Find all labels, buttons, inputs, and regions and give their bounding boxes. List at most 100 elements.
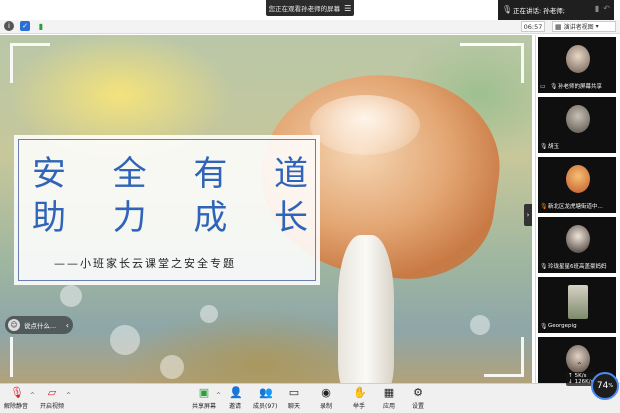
- start-video-label: 开启视频: [40, 403, 65, 410]
- mushroom-stem: [338, 235, 394, 383]
- participant-name: 新北区龙虎塘街道中...: [548, 204, 603, 210]
- settings-button[interactable]: ⚙ 设置: [412, 386, 424, 412]
- participant-name: 孙老师的屏幕共享: [558, 84, 603, 90]
- chat-bubble-icon: ☺: [8, 319, 20, 331]
- record-label: 录制: [320, 403, 333, 410]
- gauge-unit: %: [608, 383, 614, 389]
- speaker-view-label: 演讲者视图: [563, 24, 594, 31]
- mic-icon: 🎙: [550, 82, 558, 90]
- title-char: 长: [273, 198, 308, 238]
- chevron-up-icon[interactable]: ^: [216, 392, 221, 399]
- sidebar-collapse-handle[interactable]: ›: [524, 204, 532, 226]
- chevron-down-icon: ▾: [595, 23, 599, 30]
- gear-icon: ⚙: [413, 386, 423, 399]
- mic-muted-icon: 🎙: [10, 386, 24, 399]
- chat-button[interactable]: ▭ 聊天: [288, 386, 300, 412]
- chevron-left-icon[interactable]: ‹: [66, 321, 69, 330]
- participant-sidebar: ▭ 🎙 孙老师的屏幕共享 🎙 胡玉 🎙 新北区龙虎塘街道中... 🎙 玲珑星星6…: [535, 35, 620, 383]
- shield-icon[interactable]: ✓: [20, 21, 30, 31]
- share-screen-button[interactable]: ▣ 共享屏幕: [192, 386, 216, 412]
- frame-corner: [484, 337, 524, 377]
- avatar: [568, 285, 588, 319]
- hand-icon: ✋: [353, 386, 367, 399]
- gauge-value: 74: [596, 381, 609, 391]
- participant-tile[interactable]: 🎙 新北区龙虎塘街道中...: [538, 157, 616, 213]
- chat-placeholder: 说点什么...: [24, 322, 57, 330]
- chat-icon: ▭: [288, 386, 300, 399]
- grid-icon: ▦: [555, 22, 562, 31]
- video-off-icon: ▱: [47, 386, 57, 399]
- signal-icon[interactable]: ▮: [36, 21, 46, 31]
- participant-tile[interactable]: ▭ 🎙 孙老师的屏幕共享: [538, 37, 616, 93]
- slide-title-line1: 安 全 有 道: [32, 157, 308, 191]
- members-icon: 👥: [259, 386, 273, 399]
- title-char: 全: [112, 154, 147, 194]
- members-label: 成员(97): [253, 403, 278, 410]
- mic-icon: 🎙: [540, 262, 548, 270]
- mic-icon: 🎙: [540, 322, 548, 330]
- pin-icon[interactable]: ▮: [595, 4, 599, 13]
- mic-icon: 🎙: [540, 142, 548, 150]
- title-char: 力: [112, 198, 147, 238]
- participant-name: 玲珑星星6班高盖豪妈妈: [548, 264, 607, 270]
- start-video-button[interactable]: ▱ 开启视频: [40, 386, 64, 412]
- menu-icon[interactable]: ☰: [344, 4, 351, 13]
- arrow-icon[interactable]: ↶: [603, 4, 610, 13]
- shared-screen: 安 全 有 道 助 力 成 长 ——小班家长云课堂之安全专题 ☺ 说点什么...…: [0, 35, 532, 383]
- title-char: 安: [32, 154, 66, 194]
- mic-icon: 🎙: [502, 5, 513, 14]
- raise-hand-label: 举手: [353, 403, 366, 410]
- apps-button[interactable]: ▦ 应用: [383, 386, 395, 412]
- record-icon: ◉: [321, 386, 331, 399]
- bokeh-light: [160, 355, 184, 379]
- participant-tile[interactable]: 🎙 胡玉: [538, 97, 616, 153]
- top-toolbar: i ✓ ▮ 06:57 ▦ 演讲者视图 ▾: [0, 20, 620, 34]
- invite-icon: 👤: [229, 386, 243, 399]
- screen-share-icon: ▣: [198, 386, 210, 399]
- participant-name: 胡玉: [548, 144, 560, 150]
- frame-line: [460, 43, 516, 46]
- apps-label: 应用: [383, 403, 396, 410]
- performance-gauge[interactable]: 74%: [591, 372, 619, 400]
- avatar: [566, 165, 590, 193]
- bokeh-light: [470, 315, 490, 335]
- unmute-button[interactable]: 🎙 解除静音: [4, 386, 28, 412]
- participant-tile[interactable]: 🎙 玲珑星星6班高盖豪妈妈: [538, 217, 616, 273]
- chat-input-pill[interactable]: ☺ 说点什么... ‹: [5, 316, 73, 334]
- participant-tile[interactable]: 🎙 Georgepig: [538, 277, 616, 333]
- raise-hand-button[interactable]: ✋ 举手: [353, 386, 367, 412]
- invite-label: 邀请: [229, 403, 242, 410]
- frame-corner: [10, 43, 50, 83]
- invite-button[interactable]: 👤 邀请: [229, 386, 243, 412]
- speaking-text: 正在讲话: 孙老师;: [513, 7, 565, 15]
- viewing-banner-text: 您正在观看孙老师的屏幕: [268, 5, 341, 13]
- chevron-up-icon[interactable]: ^: [30, 392, 35, 399]
- unmute-label: 解除静音: [4, 403, 29, 410]
- apps-icon: ▦: [383, 386, 395, 399]
- avatar: [566, 225, 590, 253]
- frame-corner: [464, 43, 524, 83]
- speaker-view-button[interactable]: ▦ 演讲者视图 ▾: [552, 21, 616, 32]
- speaking-controls: ▮ ↶: [595, 4, 610, 13]
- slide-title-line2: 助 力 成 长: [32, 201, 308, 235]
- bokeh-light: [60, 285, 82, 307]
- title-char: 助: [32, 198, 66, 238]
- bokeh-light: [200, 305, 218, 323]
- members-button[interactable]: 👥 成员(97): [253, 386, 277, 412]
- screen-share-icon: ▭: [540, 83, 546, 90]
- mic-icon: 🎙: [540, 202, 548, 210]
- chevron-up-icon[interactable]: ^: [66, 392, 71, 399]
- chat-label: 聊天: [288, 403, 301, 410]
- speaking-indicator: 🎙 正在讲话: 孙老师; ▮ ↶: [498, 0, 614, 20]
- download-arrow-icon: ↓: [568, 379, 573, 385]
- info-icon[interactable]: i: [4, 21, 14, 31]
- meeting-timer: 06:57: [521, 21, 545, 32]
- viewing-banner[interactable]: 您正在观看孙老师的屏幕 ☰: [266, 0, 354, 16]
- chevron-up-icon[interactable]: ⌃: [576, 361, 583, 370]
- frame-corner: [10, 337, 50, 377]
- record-button[interactable]: ◉ 录制: [320, 386, 332, 412]
- title-char: 道: [273, 154, 308, 194]
- title-char: 有: [193, 154, 228, 194]
- title-char: 成: [193, 198, 228, 238]
- avatar: [566, 105, 590, 133]
